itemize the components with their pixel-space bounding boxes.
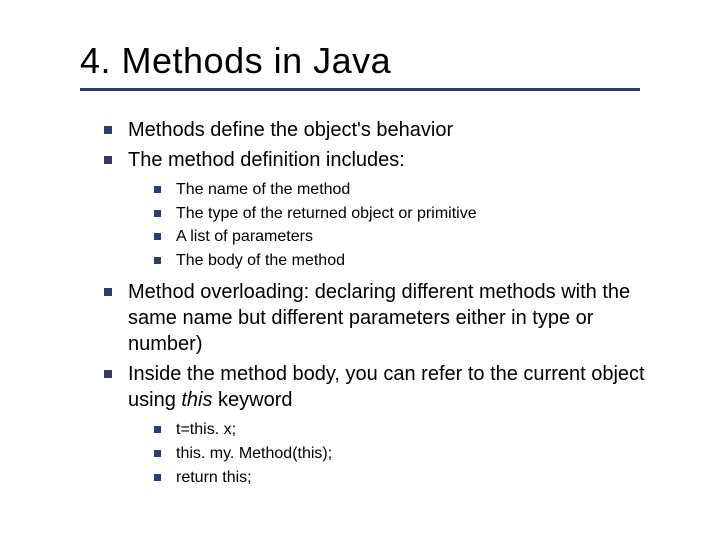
bullet-subitem: The body of the method xyxy=(154,250,670,272)
slide: 4. Methods in Java Methods define the ob… xyxy=(0,0,720,540)
bullet-subitem: return this; xyxy=(154,467,670,489)
bullet-item: The method definition includes: The name… xyxy=(104,147,670,271)
bullet-text: The method definition includes: xyxy=(128,149,405,171)
bullet-item: Method overloading: declaring different … xyxy=(104,279,670,357)
bullet-item: Inside the method body, you can refer to… xyxy=(104,361,670,488)
title-underline xyxy=(80,88,640,91)
bullet-subitem: The name of the method xyxy=(154,179,670,201)
slide-title: 4. Methods in Java xyxy=(80,40,670,82)
bullet-text-italic: this xyxy=(181,389,212,411)
bullet-subitem: t=this. x; xyxy=(154,419,670,441)
bullet-list-level1: Methods define the object's behavior The… xyxy=(80,117,670,488)
bullet-list-level2: The name of the method The type of the r… xyxy=(128,179,670,271)
bullet-subitem: The type of the returned object or primi… xyxy=(154,203,670,225)
bullet-subitem: A list of parameters xyxy=(154,226,670,248)
bullet-list-level2: t=this. x; this. my. Method(this); retur… xyxy=(128,419,670,488)
bullet-subitem: this. my. Method(this); xyxy=(154,443,670,465)
bullet-item: Methods define the object's behavior xyxy=(104,117,670,143)
bullet-text-post: keyword xyxy=(213,389,293,411)
